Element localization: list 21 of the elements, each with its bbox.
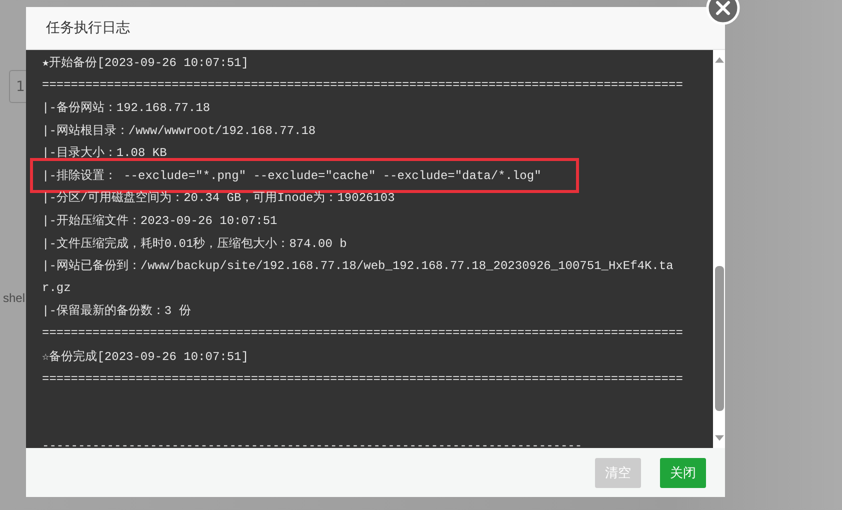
- scroll-thumb[interactable]: [714, 266, 724, 411]
- log-line: |-备份网站：192.168.77.18: [42, 100, 210, 116]
- scroll-up-icon[interactable]: [714, 57, 724, 63]
- log-line: |-保留最新的备份数：3 份: [42, 303, 191, 320]
- log-line: =========================================================================================: [42, 78, 683, 92]
- log-line: |-文件压缩完成，耗时0.01秒，压缩包大小：874.00 b: [42, 236, 347, 252]
- log-line: |-网站已备份到：/www/backup/site/192.168.77.18/web_192.168.77.18_20230926_100751_HxEf4K.ta: [42, 258, 674, 274]
- log-line: ---------------------------------------------------------------------------: [42, 439, 582, 448]
- log-line: |-分区/可用磁盘空间为：20.34 GB，可用Inode为：19026103: [42, 190, 395, 206]
- log-line: =========================================================================================: [42, 326, 683, 340]
- log-line: |-网站根目录：/www/wwwroot/192.168.77.18: [42, 122, 316, 139]
- close-icon[interactable]: [706, 0, 740, 25]
- log-line: ★开始备份[2023-09-26 10:07:51]: [42, 54, 248, 71]
- log-line: r.gz: [42, 281, 71, 296]
- log-line: |-开始压缩文件：2023-09-26 10:07:51: [42, 212, 278, 229]
- log-line: ☆备份完成[2023-09-26 10:07:51]: [42, 348, 248, 365]
- log-line: =========================================================================================: [42, 372, 683, 386]
- scroll-down-icon[interactable]: [714, 435, 724, 441]
- close-button[interactable]: 关闭: [660, 458, 706, 488]
- page-label: shel: [3, 291, 26, 305]
- dialog-title: 任务执行日志: [46, 19, 130, 37]
